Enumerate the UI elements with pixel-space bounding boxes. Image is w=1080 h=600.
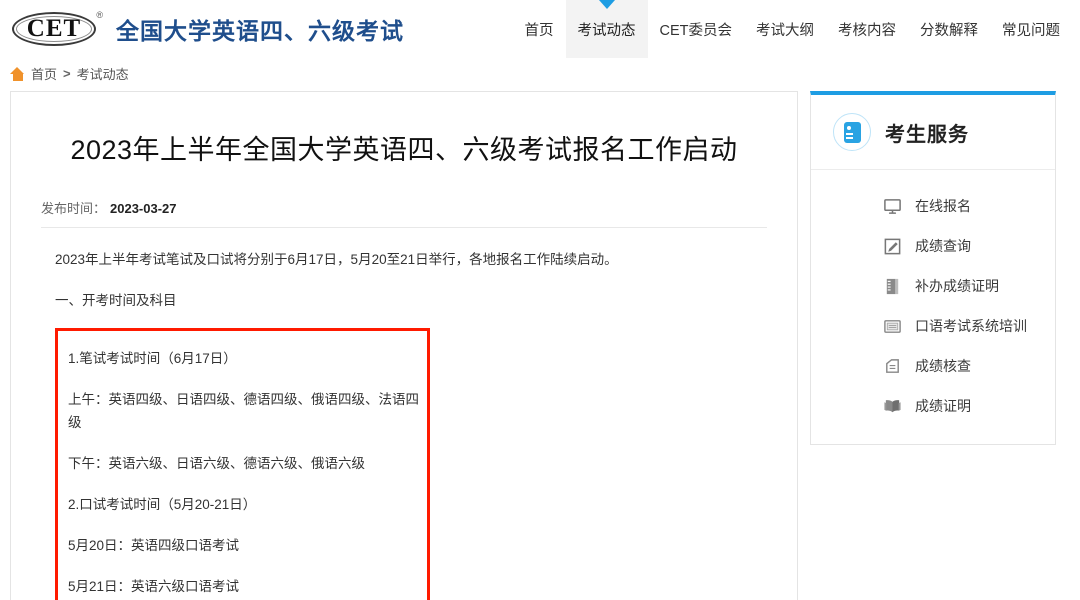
page-body: 2023年上半年全国大学英语四、六级考试报名工作启动 发布时间： 2023-03-…: [0, 91, 1080, 600]
nav-item-cet-committee[interactable]: CET委员会: [648, 0, 745, 58]
nav-item-label: 分数解释: [920, 19, 978, 40]
nav-item-exam-news[interactable]: 考试动态: [566, 0, 648, 58]
article-card: 2023年上半年全国大学英语四、六级考试报名工作启动 发布时间： 2023-03-…: [10, 91, 798, 600]
nav-item-score-explanation[interactable]: 分数解释: [908, 0, 990, 58]
schedule-line: 1.笔试考试时间（6月17日）: [58, 339, 427, 380]
document-icon: [883, 357, 902, 376]
schedule-line: 5月20日：英语四级口语考试: [58, 526, 427, 567]
breadcrumb: 首页 > 考试动态: [0, 58, 1080, 91]
sidebar-service-list: 在线报名 成绩查询: [811, 170, 1055, 444]
nav-item-home[interactable]: 首页: [513, 0, 566, 58]
registered-mark-icon: ®: [96, 10, 103, 20]
sidebar-item-reissue-certificate[interactable]: 补办成绩证明: [811, 266, 1055, 306]
cet-logo-icon: CET ®: [10, 9, 104, 49]
nav-item-label: 考核内容: [838, 19, 896, 40]
sidebar-item-label: 口语考试系统培训: [915, 316, 1027, 336]
nav-item-assessment-content[interactable]: 考核内容: [826, 0, 908, 58]
schedule-line: 5月21日：英语六级口语考试: [58, 567, 427, 600]
nav-item-syllabus[interactable]: 考试大纲: [744, 0, 826, 58]
sidebar-item-online-registration[interactable]: 在线报名: [811, 186, 1055, 226]
monitor-icon: [883, 197, 902, 216]
logo-text: CET: [10, 14, 98, 44]
breadcrumb-current: 考试动态: [77, 64, 129, 83]
sidebar-item-score-query[interactable]: 成绩查询: [811, 226, 1055, 266]
certificate-icon: [883, 317, 902, 336]
nav-item-label: 考试动态: [578, 19, 636, 40]
sidebar-item-label: 成绩证明: [915, 396, 971, 416]
article-meta: 发布时间： 2023-03-27: [41, 198, 767, 228]
sidebar-item-label: 成绩查询: [915, 236, 971, 256]
open-book-icon: [883, 397, 902, 416]
nav-item-label: CET委员会: [660, 19, 733, 40]
sidebar-item-label: 在线报名: [915, 196, 971, 216]
article-intro-paragraph: 2023年上半年考试笔试及口试将分别于6月17日，5月20至21日举行，各地报名…: [41, 240, 767, 281]
brand[interactable]: CET ® 全国大学英语四、六级考试: [0, 9, 404, 49]
breadcrumb-separator: >: [63, 66, 71, 81]
highlighted-schedule-box: 1.笔试考试时间（6月17日） 上午：英语四级、日语四级、德语四级、俄语四级、法…: [55, 328, 430, 600]
home-icon: [10, 67, 25, 81]
sidebar-header: 考生服务: [811, 95, 1055, 170]
edit-square-icon: [883, 237, 902, 256]
sidebar-item-label: 补办成绩证明: [915, 276, 999, 296]
nav-item-faq[interactable]: 常见问题: [990, 0, 1072, 58]
nav-item-label: 首页: [525, 19, 554, 40]
publish-time-label: 发布时间：: [41, 201, 106, 216]
article-section-heading: 一、开考时间及科目: [41, 281, 767, 322]
schedule-line: 下午：英语六级、日语六级、德语六级、俄语六级: [58, 444, 427, 485]
id-card-icon: [833, 113, 871, 151]
nav-item-label: 考试大纲: [756, 19, 814, 40]
brand-title: 全国大学英语四、六级考试: [116, 12, 404, 46]
schedule-line: 2.口试考试时间（5月20-21日）: [58, 485, 427, 526]
sidebar-item-oral-exam-training[interactable]: 口语考试系统培训: [811, 306, 1055, 346]
breadcrumb-home-link[interactable]: 首页: [31, 64, 57, 83]
notebook-icon: [883, 277, 902, 296]
nav-item-label: 常见问题: [1002, 19, 1060, 40]
sidebar-item-label: 成绩核查: [915, 356, 971, 376]
site-header: CET ® 全国大学英语四、六级考试 首页 考试动态 CET委员会 考试大纲 考…: [0, 0, 1080, 58]
sidebar-item-score-verification[interactable]: 成绩核查: [811, 346, 1055, 386]
active-caret-icon: [599, 0, 615, 9]
publish-date: 2023-03-27: [110, 201, 177, 216]
sidebar-candidate-services: 考生服务 在线报名 成绩查询: [810, 91, 1056, 445]
main-nav: 首页 考试动态 CET委员会 考试大纲 考核内容 分数解释 常见问题: [513, 0, 1073, 58]
page-title: 2023年上半年全国大学英语四、六级考试报名工作启动: [41, 132, 767, 168]
sidebar-title: 考生服务: [885, 118, 969, 147]
article-body: 2023年上半年考试笔试及口试将分别于6月17日，5月20至21日举行，各地报名…: [41, 228, 767, 600]
sidebar-item-score-certificate[interactable]: 成绩证明: [811, 386, 1055, 426]
schedule-line: 上午：英语四级、日语四级、德语四级、俄语四级、法语四级: [58, 380, 427, 444]
